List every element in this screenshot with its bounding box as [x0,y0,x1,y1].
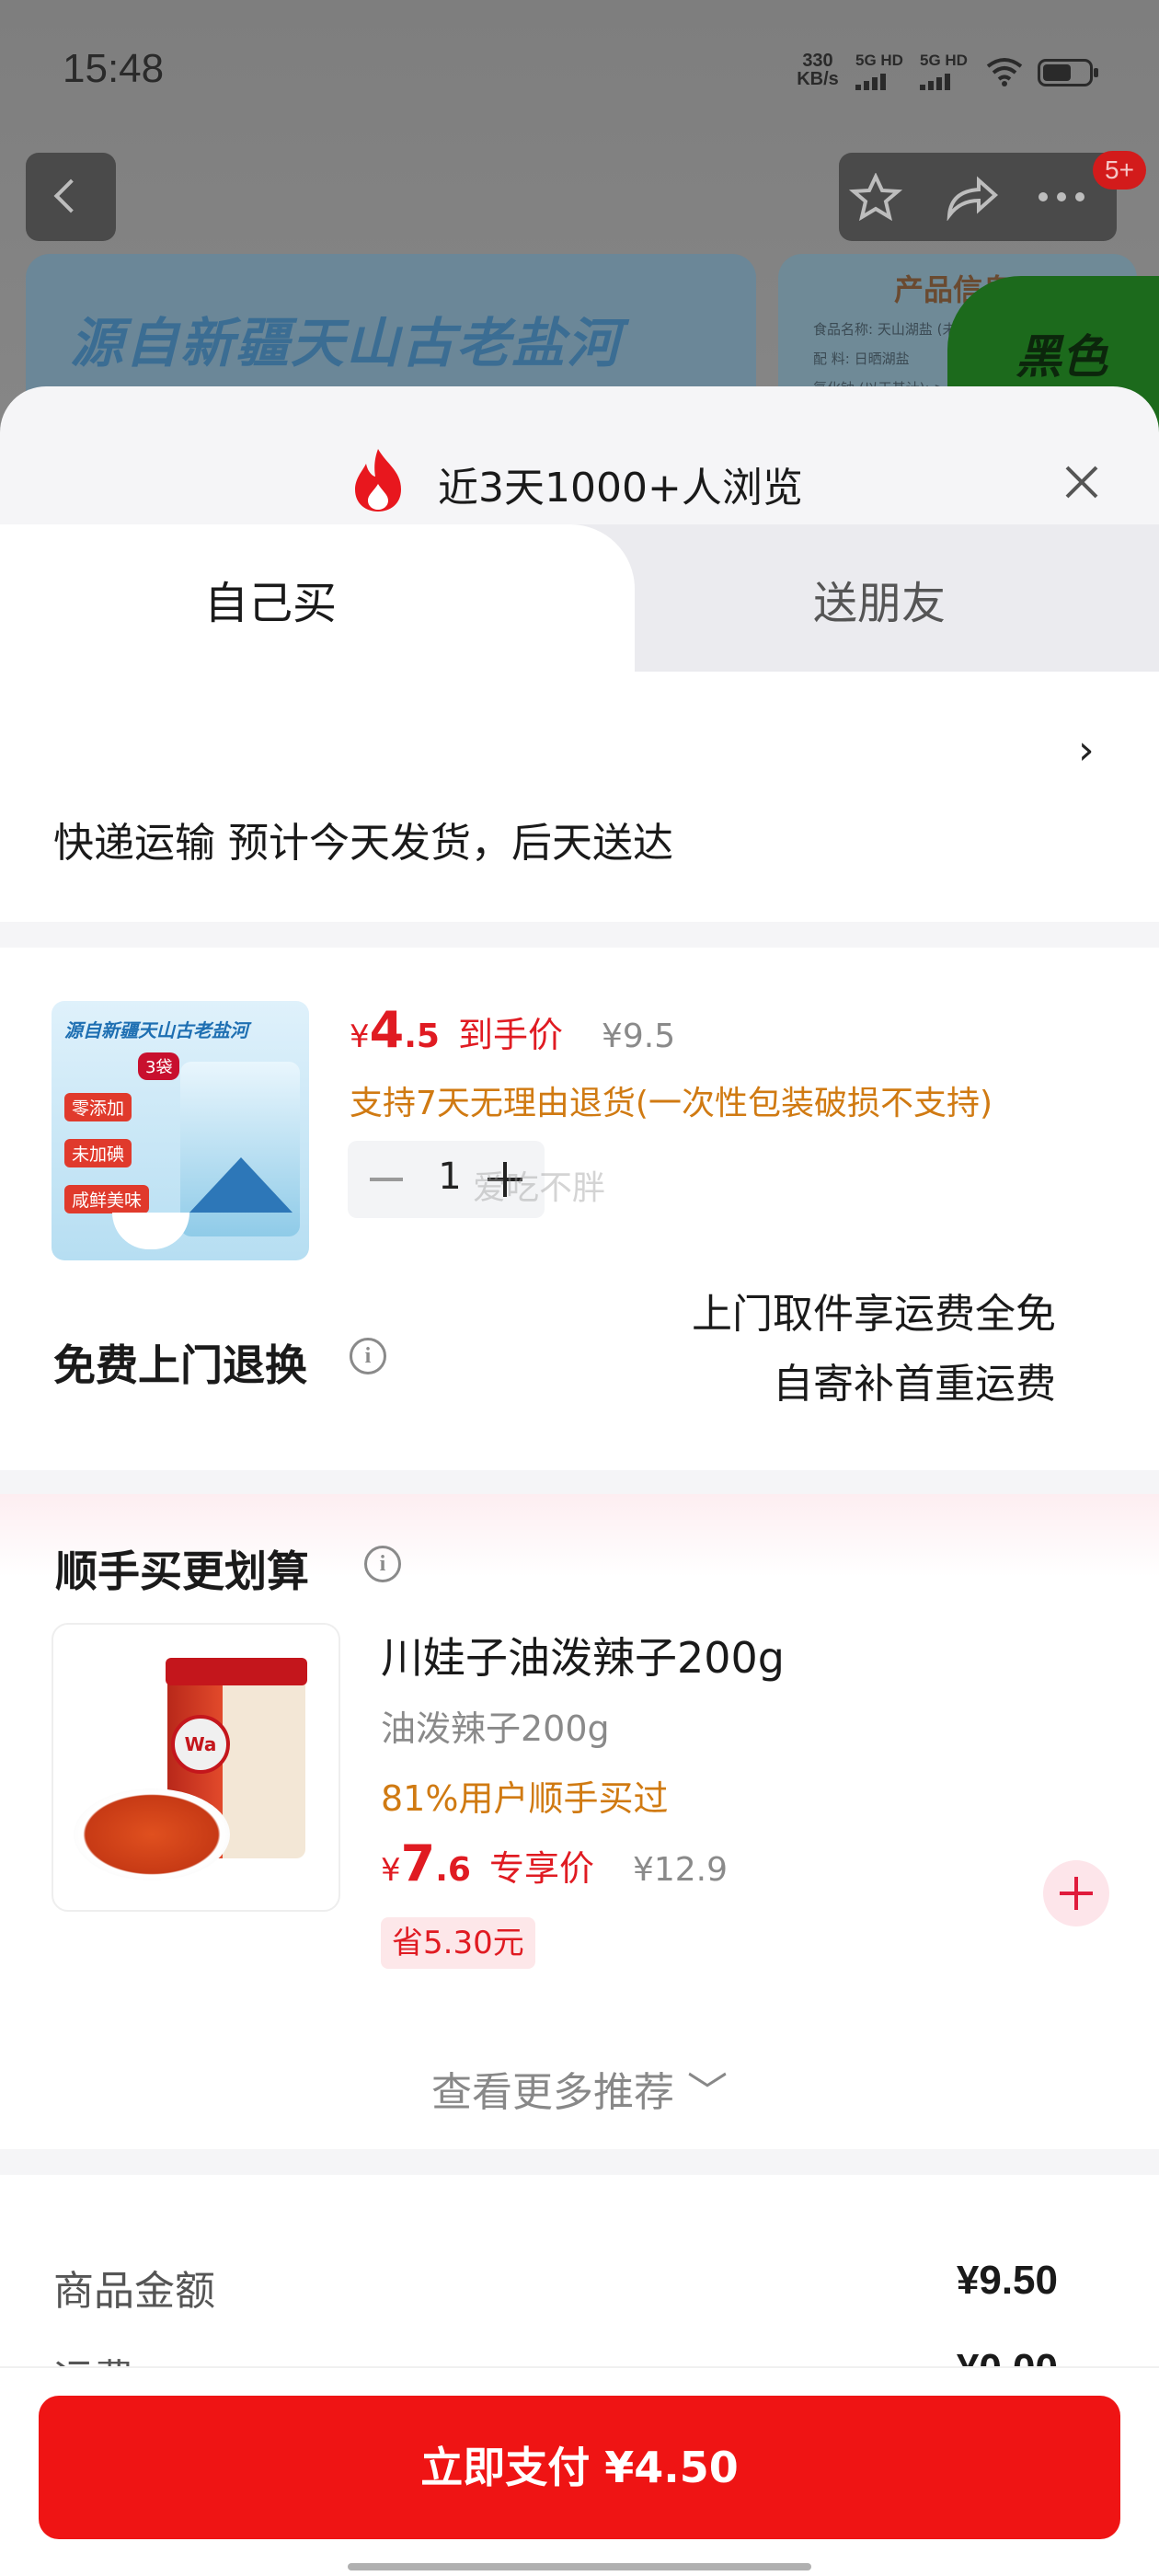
product-banner-text: 源自新疆天山古老盐河 [70,312,623,374]
info-icon[interactable]: i [364,1546,401,1582]
pickup-note: 上门取件享运费全免 [692,1291,1056,1338]
background-product-page: 15:48 330 KB/s 5G HD 5G HD 5+ 源自新疆天山古老盐河… [0,0,1159,442]
tab-buy-for-self-label: 自己买 [204,578,338,629]
thumbnail-tag: 零添加 [64,1093,132,1121]
popularity-text: 近3天1000+人浏览 [438,465,803,512]
price-decimal: .6 [435,1851,471,1889]
chili-bowl-image [74,1788,230,1880]
checkout-footer: 立即支付 ¥4.50 [0,2366,1159,2576]
price-integer: 7 [400,1834,436,1892]
status-time: 15:48 [63,46,165,91]
purchase-mode-tabs: 自己买 送朋友 [0,524,1159,672]
close-icon[interactable] [1058,458,1106,506]
promo-sticker-text: 黑色 [1016,330,1107,384]
add-on-thumbnail[interactable]: Wa [52,1623,340,1912]
jar-logo: Wa [171,1715,230,1774]
status-bar: 15:48 330 KB/s 5G HD 5G HD [0,0,1159,138]
network-speed-unit: KB/s [797,69,839,89]
jar-lid [166,1658,307,1685]
info-line: 配 料: 日晒湖盐 [813,351,910,367]
network-speed-value: 330 [802,51,833,71]
share-icon[interactable] [942,173,1001,221]
info-line: 食品名称: 天山湖盐 (未 [813,321,957,338]
return-policy: 支持7天无理由退货(一次性包装破损不支持) [350,1085,993,1122]
home-indicator[interactable] [348,2563,811,2570]
product-section: 源自新疆天山古老盐河 3袋 零添加 未加碘 咸鲜美味 ¥ 4 .5 到手价 ¥9… [0,948,1159,1470]
signal-2-icon: 5G HD [920,52,968,90]
battery-icon [1038,59,1098,86]
thumbnail-tag: 未加碘 [64,1139,132,1167]
thumbnail-badge: 3袋 [138,1052,180,1080]
savings-badge: 省5.30元 [381,1917,535,1969]
tab-buy-for-self[interactable]: 自己买 [0,524,635,672]
product-thumbnail: 源自新疆天山古老盐河 3袋 零添加 未加碘 咸鲜美味 [52,1001,309,1260]
purchase-sheet: 近3天1000+人浏览 自己买 送朋友 › 快递运输 预计今天发货，后天送达 源… [0,386,1159,2576]
quantity-value[interactable]: 1 [436,1156,464,1198]
add-on-price-line: ¥ 7 .6 专享价 ¥12.9 [381,1834,728,1892]
chevron-right-icon[interactable]: › [1078,727,1095,774]
original-price: ¥9.5 [601,1018,676,1055]
price-currency: ¥ [381,1852,401,1889]
signal-2-label: 5G HD [920,52,968,69]
chevron-left-icon [53,178,88,213]
product-price-line: ¥ 4 .5 到手价 ¥9.5 [350,1001,675,1059]
self-ship-note: 自寄补首重运费 [773,1361,1056,1408]
add-on-spec: 油泼辣子200g [381,1708,610,1749]
final-price-label: 到手价 [457,1015,563,1055]
summary-value: ¥9.50 [956,2258,1058,2303]
fire-icon [355,449,401,512]
watermark: 爱吃不胖 [473,1169,606,1207]
popularity-row: 近3天1000+人浏览 [0,412,1159,512]
price-currency: ¥ [350,1018,370,1055]
signal-1-icon: 5G HD [855,52,903,90]
info-icon[interactable]: i [350,1338,386,1374]
more-icon[interactable] [1032,173,1091,221]
thumbnail-title: 源自新疆天山古老盐河 [64,1019,248,1041]
price-integer: 4 [369,1001,405,1059]
signal-1-label: 5G HD [855,52,903,69]
minus-icon[interactable] [370,1178,403,1181]
network-speed: 330 KB/s [793,52,843,88]
shipping-section[interactable]: › 快递运输 预计今天发货，后天送达 [0,672,1159,922]
add-on-section: 顺手买更划算 i Wa 川娃子油泼辣子200g 油泼辣子200g 81%用户顺手… [0,1494,1159,2149]
favorite-star-icon[interactable] [846,173,905,221]
original-price: ¥12.9 [632,1851,729,1889]
summary-label: 商品金额 [53,2268,215,2315]
plus-icon-vertical [1074,1877,1078,1910]
tab-send-to-friend[interactable]: 送朋友 [813,567,946,631]
mountain-graphic [189,1157,293,1213]
thumbnail-tag: 咸鲜美味 [64,1185,150,1213]
add-on-buy-rate: 81%用户顺手买过 [381,1778,669,1819]
add-on-name[interactable]: 川娃子油泼辣子200g [381,1625,785,1685]
add-to-order-button[interactable] [1043,1860,1109,1926]
add-on-title: 顺手买更划算 [55,1547,309,1596]
back-button[interactable] [26,153,116,241]
price-decimal: .5 [404,1018,440,1055]
shipping-estimate: 快递运输 预计今天发货，后天送达 [53,820,673,867]
view-more-recommendations[interactable]: 查看更多推荐 ﹀ [0,2059,1159,2118]
notification-badge: 5+ [1093,151,1146,190]
exclusive-price-label: 专享价 [488,1848,594,1889]
free-return-label: 免费上门退换 [53,1340,307,1390]
header-actions [839,153,1117,241]
pay-now-button[interactable]: 立即支付 ¥4.50 [39,2396,1120,2539]
salt-bowl-image [112,1213,189,1249]
wifi-icon [986,58,1023,86]
